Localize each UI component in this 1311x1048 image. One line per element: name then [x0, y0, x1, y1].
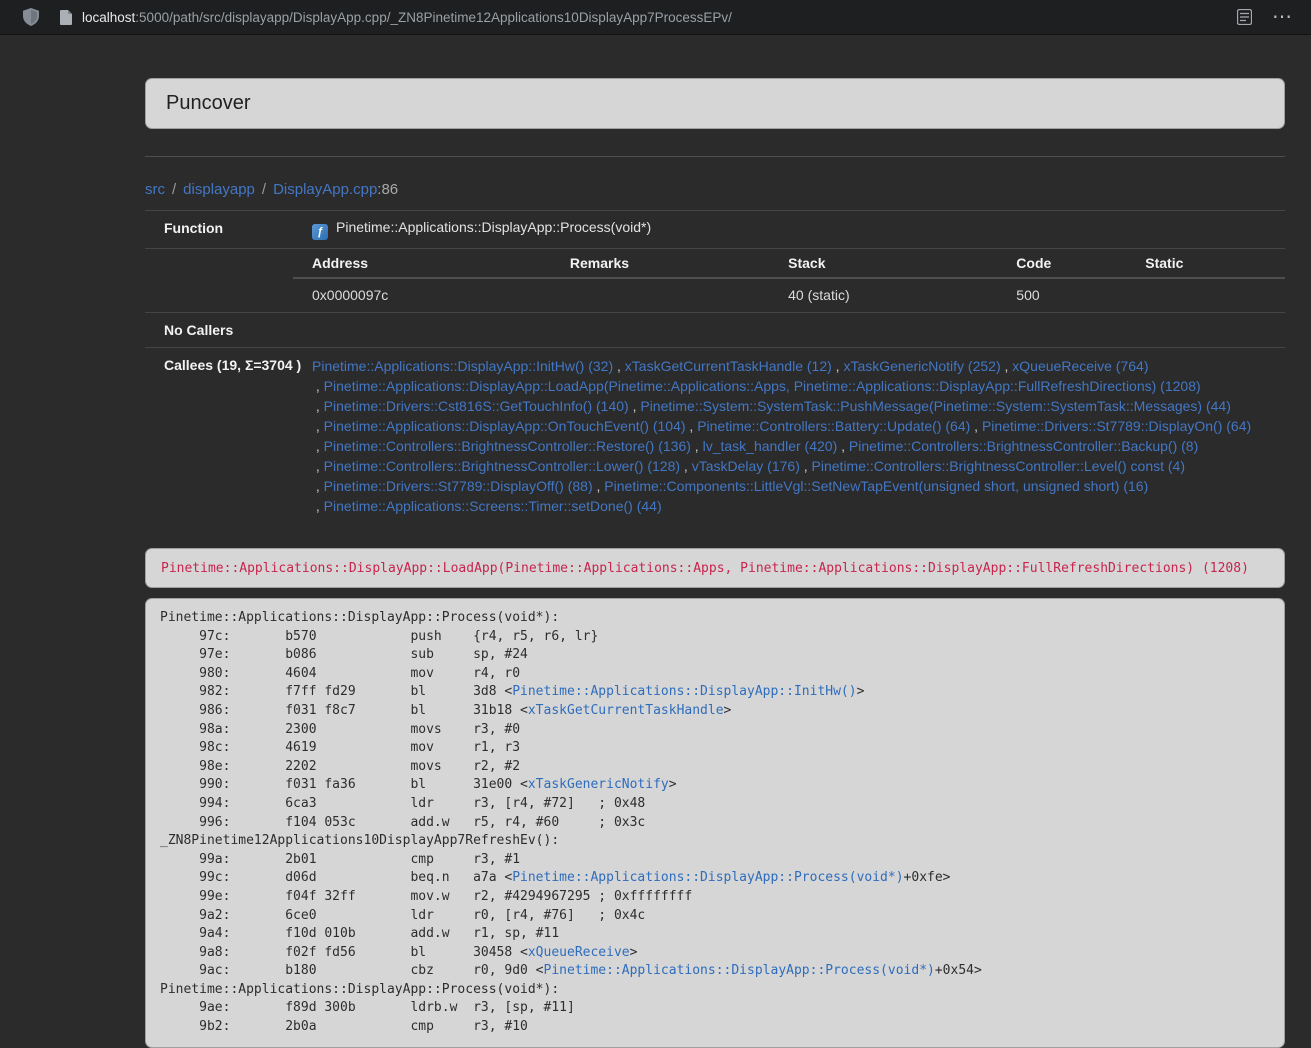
stats-cell: Address Remarks Stack Code Static 0x0000… — [293, 249, 1285, 313]
callee-separator: , — [680, 458, 692, 474]
url-host: localhost — [82, 10, 135, 25]
symbol-heading-panel: Pinetime::Applications::DisplayApp::Load… — [145, 548, 1285, 588]
stats-table: Address Remarks Stack Code Static 0x0000… — [293, 249, 1285, 312]
callee-link[interactable]: xTaskGenericNotify (252) — [843, 358, 1000, 374]
stats-row-label — [145, 249, 293, 313]
reader-mode-icon[interactable] — [1237, 9, 1252, 25]
function-icon: ƒ — [312, 224, 328, 240]
browser-menu-icon[interactable]: ⋯ — [1272, 7, 1293, 27]
breadcrumb-link-src[interactable]: src — [145, 181, 165, 198]
callee-separator: , — [312, 458, 324, 474]
callee-separator: , — [800, 458, 812, 474]
assembly-symbol-link[interactable]: Pinetime::Applications::DisplayApp::Proc… — [544, 963, 935, 978]
breadcrumb-line-number: :86 — [377, 181, 398, 198]
stats-header-stack: Stack — [769, 249, 997, 278]
no-callers-row: No Callers — [145, 313, 1285, 348]
callee-separator: , — [613, 358, 625, 374]
callee-separator: , — [593, 478, 605, 494]
callee-link[interactable]: lv_task_handler (420) — [703, 438, 838, 454]
callee-link[interactable]: Pinetime::Controllers::BrightnessControl… — [324, 458, 680, 474]
stats-value-row: 0x0000097c 40 (static) 500 — [293, 278, 1285, 312]
function-name-cell: ƒ Pinetime::Applications::DisplayApp::Pro… — [293, 211, 1285, 249]
stats-header-remarks: Remarks — [551, 249, 769, 278]
callee-separator: , — [312, 478, 324, 494]
stats-value-code: 500 — [997, 278, 1126, 312]
stats-header-static: Static — [1126, 249, 1285, 278]
callees-list: Pinetime::Applications::DisplayApp::Init… — [293, 348, 1285, 525]
assembly-symbol-link[interactable]: xTaskGetCurrentTaskHandle — [528, 703, 724, 718]
page-container: Puncover src / displayapp / DisplayApp.cpp:8… — [145, 78, 1285, 1048]
callee-separator: , — [312, 498, 324, 514]
callee-separator: , — [691, 438, 703, 454]
url-text: localhost:5000/path/src/displayapp/Displ… — [82, 10, 732, 25]
callee-separator: , — [312, 438, 324, 454]
stats-value-static — [1126, 278, 1285, 312]
callee-link[interactable]: Pinetime::Controllers::BrightnessControl… — [812, 458, 1185, 474]
stats-value-address: 0x0000097c — [293, 278, 551, 312]
callees-row: Callees (19, Σ=3704 ) Pinetime::Applicat… — [145, 348, 1285, 525]
callee-link[interactable]: Pinetime::Controllers::BrightnessControl… — [324, 438, 691, 454]
callee-link[interactable]: Pinetime::Controllers::BrightnessControl… — [849, 438, 1198, 454]
no-callers-cell — [293, 313, 1285, 348]
assembly-symbol-link[interactable]: Pinetime::Applications::DisplayApp::Proc… — [512, 870, 903, 885]
callee-link[interactable]: Pinetime::Drivers::St7789::DisplayOff() … — [324, 478, 593, 494]
function-name: Pinetime::Applications::DisplayApp::Proc… — [336, 219, 651, 235]
callee-link[interactable]: Pinetime::Drivers::Cst816S::GetTouchInfo… — [324, 398, 629, 414]
assembly-symbol-link[interactable]: Pinetime::Applications::DisplayApp::Init… — [512, 684, 856, 699]
stats-value-remarks — [551, 278, 769, 312]
callee-link[interactable]: vTaskDelay (176) — [692, 458, 800, 474]
callee-link[interactable]: xTaskGetCurrentTaskHandle (12) — [625, 358, 832, 374]
callee-link[interactable]: xQueueReceive (764) — [1012, 358, 1148, 374]
stats-header-code: Code — [997, 249, 1126, 278]
divider — [145, 156, 1285, 157]
stats-row: Address Remarks Stack Code Static 0x0000… — [145, 249, 1285, 313]
callee-separator: , — [686, 418, 698, 434]
page-title: Puncover — [166, 92, 251, 114]
callee-link[interactable]: Pinetime::Drivers::St7789::DisplayOn() (… — [982, 418, 1251, 434]
callees-label: Callees (19, Σ=3704 ) — [145, 348, 293, 525]
callee-separator: , — [832, 358, 844, 374]
callee-separator: , — [312, 378, 324, 394]
callee-separator: , — [970, 418, 982, 434]
assembly-code: Pinetime::Applications::DisplayApp::Proc… — [160, 609, 1270, 1037]
disassembly-panel: Pinetime::Applications::DisplayApp::Proc… — [145, 598, 1285, 1048]
function-row: Function ƒ Pinetime::Applications::Displa… — [145, 211, 1285, 249]
no-callers-label: No Callers — [145, 313, 293, 348]
stats-header-address: Address — [293, 249, 551, 278]
breadcrumb: src / displayapp / DisplayApp.cpp:86 — [145, 181, 1285, 198]
callee-link[interactable]: Pinetime::System::SystemTask::PushMessag… — [640, 398, 1231, 414]
callee-link[interactable]: Pinetime::Applications::Screens::Timer::… — [324, 498, 662, 514]
callee-separator: , — [1001, 358, 1013, 374]
callee-link[interactable]: Pinetime::Applications::DisplayApp::Init… — [312, 358, 613, 374]
callee-link[interactable]: Pinetime::Applications::DisplayApp::OnTo… — [324, 418, 686, 434]
breadcrumb-separator: / — [262, 181, 266, 198]
callee-separator: , — [629, 398, 641, 414]
breadcrumb-separator: / — [172, 181, 176, 198]
function-detail-table: Function ƒPinetime::Applications::Displa… — [145, 210, 1285, 524]
callee-separator: , — [312, 398, 324, 414]
browser-toolbar: localhost:5000/path/src/displayapp/Displ… — [0, 0, 1311, 35]
breadcrumb-link-displayapp[interactable]: displayapp — [183, 181, 255, 198]
stats-header-row: Address Remarks Stack Code Static — [293, 249, 1285, 278]
assembly-symbol-link[interactable]: xQueueReceive — [528, 945, 630, 960]
callee-separator: , — [837, 438, 849, 454]
app-title-panel: Puncover — [145, 78, 1285, 129]
page-icon — [60, 10, 73, 25]
stats-value-stack: 40 (static) — [769, 278, 997, 312]
breadcrumb-link-file[interactable]: DisplayApp.cpp — [273, 181, 377, 198]
callee-link[interactable]: Pinetime::Components::LittleVgl::SetNewT… — [604, 478, 1148, 494]
url-bar[interactable]: localhost:5000/path/src/displayapp/Displ… — [60, 10, 1237, 25]
callee-separator: , — [312, 418, 324, 434]
function-row-label: Function — [145, 211, 293, 249]
callee-link[interactable]: Pinetime::Controllers::Battery::Update()… — [697, 418, 970, 434]
callee-link[interactable]: Pinetime::Applications::DisplayApp::Load… — [324, 378, 1201, 394]
url-path: :5000/path/src/displayapp/DisplayApp.cpp… — [135, 10, 732, 25]
shield-icon[interactable] — [23, 8, 39, 26]
symbol-heading-text: Pinetime::Applications::DisplayApp::Load… — [161, 561, 1249, 576]
assembly-symbol-link[interactable]: xTaskGenericNotify — [528, 777, 669, 792]
